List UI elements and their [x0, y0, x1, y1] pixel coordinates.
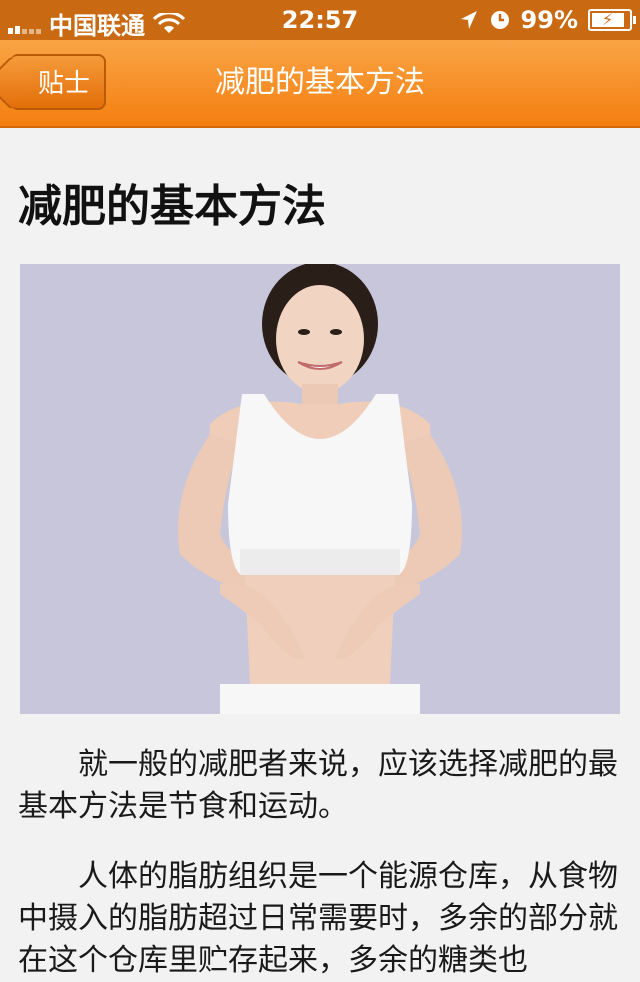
status-bar: 中国联通 22:57 99% ⚡ — [0, 0, 640, 40]
article-image — [20, 264, 620, 714]
battery-charging-icon: ⚡ — [588, 9, 636, 31]
navigation-bar: 减肥的基本方法 贴士 — [0, 40, 640, 128]
woman-fitness-photo — [20, 264, 620, 714]
clock-icon — [490, 11, 509, 29]
battery-percent: 99% — [520, 6, 578, 34]
article-content[interactable]: 减肥的基本方法 就一般的减肥者来说，应该选择减肥的最基本方法是节食和运动。 人体… — [0, 128, 640, 978]
location-arrow-icon — [460, 11, 477, 29]
back-button-label: 贴士 — [37, 69, 90, 99]
back-button[interactable]: 贴士 — [10, 54, 106, 110]
article-paragraph: 就一般的减肥者来说，应该选择减肥的最基本方法是节食和运动。 — [18, 747, 618, 824]
status-right: 99% ⚡ — [459, 6, 636, 34]
article-paragraph: 人体的脂肪组织是一个能源仓库，从食物中摄入的脂肪超过日常需要时，多余的部分就在这… — [18, 859, 618, 978]
article-title: 减肥的基本方法 — [18, 181, 326, 232]
